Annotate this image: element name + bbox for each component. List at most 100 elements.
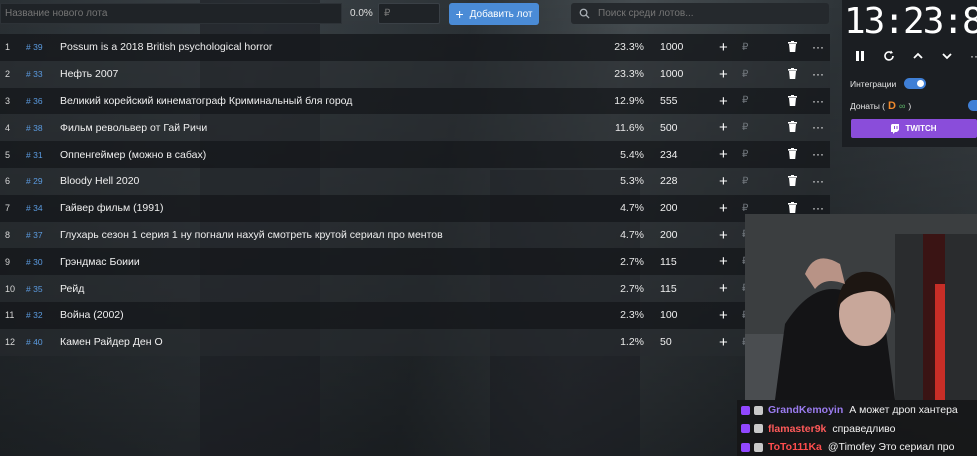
more-options-icon[interactable]: ···: [812, 147, 824, 161]
webcam-video: [745, 214, 977, 400]
add-amount-icon[interactable]: +: [719, 280, 728, 297]
subscriber-badge-icon: [754, 424, 763, 433]
lot-fast-id[interactable]: # 36: [26, 96, 43, 106]
add-amount-icon[interactable]: +: [719, 66, 728, 83]
lot-fast-id[interactable]: # 38: [26, 123, 43, 133]
add-amount-icon[interactable]: +: [719, 173, 728, 190]
lot-row[interactable]: 12# 40Камен Райдер Ден О1.2%50+₽···: [0, 328, 830, 356]
subscriber-badge-icon: [754, 405, 763, 415]
lot-fast-id[interactable]: # 29: [26, 176, 43, 186]
reset-icon[interactable]: [881, 47, 897, 65]
lot-title[interactable]: Грэндмас Боиии: [60, 256, 140, 268]
lot-title[interactable]: Оппенгеймер (можно в сабах): [60, 149, 206, 161]
lot-fast-id[interactable]: # 30: [26, 257, 43, 267]
integrations-toggle[interactable]: [904, 78, 927, 89]
ruble-icon[interactable]: ₽: [742, 122, 748, 133]
search-input[interactable]: [596, 7, 820, 20]
ruble-icon[interactable]: ₽: [742, 176, 748, 187]
lot-row[interactable]: 4 # 38 Фильм револьвер от Гай Ричи 11.6% 500…: [0, 114, 830, 142]
lot-title[interactable]: Possum is a 2018 British psychological h…: [60, 41, 272, 53]
timer-clock: 13:23:8: [844, 1, 977, 42]
lot-title[interactable]: Рейд: [60, 283, 84, 295]
lot-title[interactable]: Bloody Hell 2020: [60, 175, 139, 187]
chat-username[interactable]: flamaster9k: [768, 423, 826, 435]
lot-fast-id[interactable]: # 32: [26, 310, 43, 320]
add-amount-icon[interactable]: +: [719, 253, 728, 270]
lot-row[interactable]: 8 # 37 Глухарь сезон 1 серия 1 ну погнали …: [0, 221, 830, 249]
trash-icon[interactable]: [788, 148, 797, 162]
lot-title[interactable]: Фильм револьвер от Гай Ричи: [60, 122, 207, 134]
twitch-icon: [891, 123, 900, 134]
add-lot-label: Добавить лот: [469, 8, 533, 20]
lot-index: 5: [5, 149, 11, 160]
lot-row[interactable]: 3 # 36 Великий корейский кинематограф Крим…: [0, 87, 830, 115]
ruble-icon[interactable]: ₽: [742, 149, 748, 160]
trash-icon[interactable]: [788, 121, 797, 135]
add-lot-button[interactable]: + Добавить лот: [449, 3, 539, 25]
lot-fast-id[interactable]: # 39: [26, 42, 43, 52]
lot-fast-id[interactable]: # 35: [26, 284, 43, 294]
add-amount-icon[interactable]: +: [719, 334, 728, 351]
twitch-label: TWITCH: [905, 124, 937, 133]
lot-row[interactable]: 2 # 33 Нефть 2007 23.3% 1000 + ₽ ···: [0, 60, 830, 88]
chat-text: @Timofey Это сериал про: [827, 441, 955, 453]
lot-title[interactable]: Камен Райдер Ден О: [60, 336, 163, 348]
more-options-icon[interactable]: ···: [812, 94, 824, 108]
ruble-icon[interactable]: ₽: [742, 69, 748, 80]
lot-row[interactable]: 1 # 39 Possum is a 2018 British psychologi…: [0, 34, 830, 61]
lot-title[interactable]: Великий корейский кинематограф Криминаль…: [60, 95, 352, 107]
lot-row[interactable]: 6 # 29 Bloody Hell 2020 5.3% 228 + ₽ ···: [0, 167, 830, 195]
lot-amount: 100: [660, 309, 678, 322]
lot-fast-id[interactable]: # 33: [26, 69, 43, 79]
lot-row[interactable]: 5 # 31 Оппенгеймер (можно в сабах) 5.4% 234 +…: [0, 141, 830, 168]
lot-row[interactable]: 9# 30Грэндмас Боиии2.7%115+₽···: [0, 248, 830, 276]
lot-percent: 12.9%: [614, 94, 644, 107]
lot-row[interactable]: 7 # 34 Гайвер фильм (1991) 4.7% 200 + ₽ ···: [0, 194, 830, 222]
lot-name-input[interactable]: [0, 3, 342, 24]
chat-username[interactable]: ToTo111Ka: [768, 441, 822, 453]
lot-row[interactable]: 11# 32Война (2002)2.3%100+₽···: [0, 301, 830, 329]
trash-icon[interactable]: [788, 67, 797, 82]
lot-fast-id[interactable]: # 40: [26, 337, 43, 347]
lot-index: 4: [5, 122, 11, 133]
more-options-icon[interactable]: ···: [812, 120, 824, 134]
chat-username[interactable]: GrandKemoyin: [768, 404, 843, 416]
new-lot-percent: 0.0%: [350, 8, 373, 19]
lot-title[interactable]: Глухарь сезон 1 серия 1 ну погнали нахуй…: [60, 229, 443, 241]
lot-title[interactable]: Гайвер фильм (1991): [60, 202, 163, 214]
add-amount-icon[interactable]: +: [719, 119, 728, 136]
add-amount-icon[interactable]: +: [719, 307, 728, 324]
more-options-icon[interactable]: ···: [812, 174, 824, 188]
add-amount-icon[interactable]: +: [719, 93, 728, 110]
trash-icon[interactable]: [788, 174, 797, 189]
add-amount-icon[interactable]: +: [719, 200, 728, 217]
chevron-down-icon[interactable]: [939, 47, 955, 65]
add-amount-icon[interactable]: +: [719, 146, 728, 163]
trash-icon[interactable]: [788, 41, 797, 55]
more-options-icon[interactable]: ···: [812, 67, 824, 81]
add-amount-icon[interactable]: +: [719, 227, 728, 244]
lot-fast-id[interactable]: # 37: [26, 230, 43, 240]
lot-fast-id[interactable]: # 31: [26, 150, 43, 160]
ruble-icon[interactable]: ₽: [742, 95, 748, 106]
lot-percent: 2.3%: [620, 309, 644, 322]
lot-row[interactable]: 10# 35Рейд2.7%115+₽···: [0, 275, 830, 302]
donations-toggle[interactable]: [968, 100, 977, 111]
add-amount-icon[interactable]: +: [719, 39, 728, 56]
trash-icon[interactable]: [788, 94, 797, 109]
lot-amount: 234: [660, 148, 678, 161]
twitch-button[interactable]: TWITCH: [851, 119, 977, 138]
lot-percent: 5.3%: [620, 175, 644, 188]
ruble-icon[interactable]: ₽: [742, 42, 748, 53]
lot-title[interactable]: Нефть 2007: [60, 68, 118, 80]
more-icon[interactable]: ···: [968, 47, 977, 65]
more-options-icon[interactable]: ···: [812, 40, 824, 54]
chevron-up-icon[interactable]: [910, 47, 926, 65]
pause-icon[interactable]: [852, 47, 868, 65]
search-box[interactable]: [571, 3, 829, 24]
lot-fast-id[interactable]: # 34: [26, 203, 43, 213]
ruble-icon[interactable]: ₽: [742, 203, 748, 214]
lot-title[interactable]: Война (2002): [60, 309, 124, 321]
more-options-icon[interactable]: ···: [812, 201, 824, 215]
amount-input[interactable]: [378, 3, 440, 24]
